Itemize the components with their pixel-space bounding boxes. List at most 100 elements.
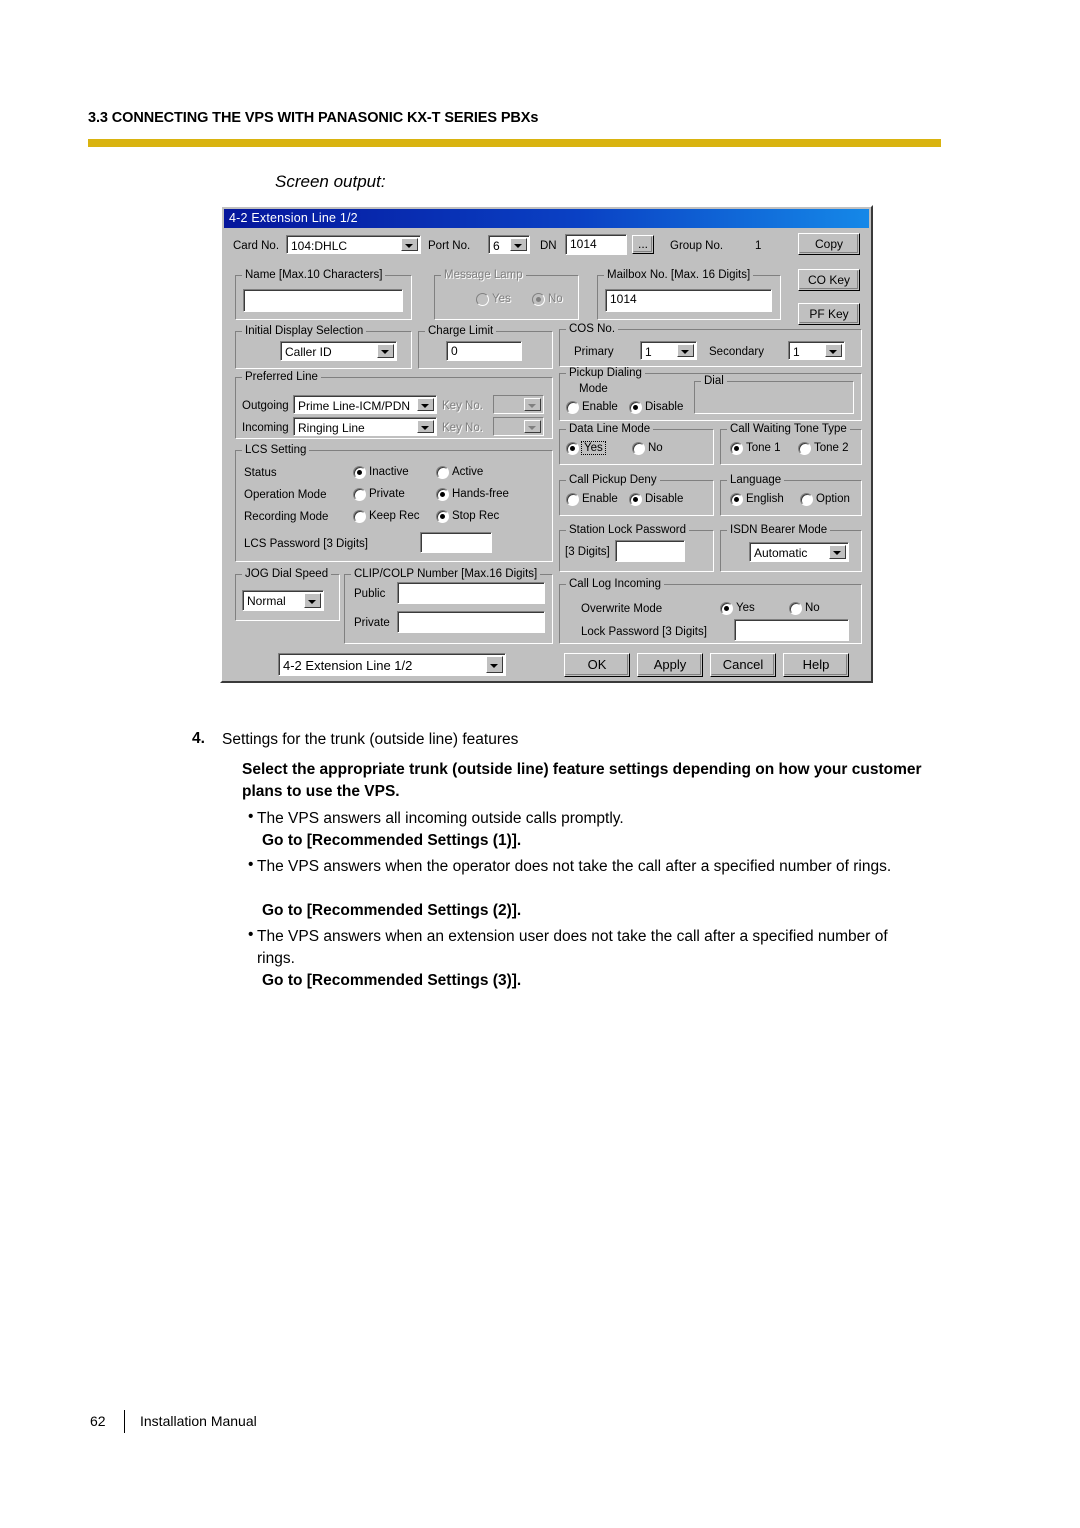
port-no-value: 6 [493, 239, 500, 253]
help-button[interactable]: Help [783, 653, 849, 677]
lcs-status-active-radio[interactable]: Active [436, 466, 483, 479]
page-selector[interactable]: 4-2 Extension Line 1/2 [278, 653, 506, 676]
bullet-text-3: The VPS answers when an extension user d… [257, 928, 888, 967]
isdn-bearer-mode-select[interactable]: Automatic [749, 542, 849, 562]
chevron-down-icon[interactable] [510, 238, 527, 251]
co-key-button[interactable]: CO Key [798, 269, 860, 291]
initial-display-select[interactable]: Caller ID [280, 341, 397, 361]
footer-doc-title: Installation Manual [140, 1413, 257, 1429]
chevron-down-icon[interactable] [304, 593, 321, 608]
pf-key-button[interactable]: PF Key [798, 303, 860, 325]
preferred-incoming-select[interactable]: Ringing Line [293, 417, 437, 436]
port-no-select[interactable]: 6 [488, 235, 530, 254]
overwrite-mode-no-radio[interactable]: No [789, 602, 820, 615]
cos-secondary-select[interactable]: 1 [788, 341, 845, 360]
preferred-incoming-value: Ringing Line [298, 421, 365, 435]
cos-primary-value: 1 [645, 345, 652, 359]
apply-button[interactable]: Apply [637, 653, 703, 677]
station-lock-password-input[interactable] [615, 540, 685, 562]
preferred-outgoing-value: Prime Line-ICM/PDN [298, 399, 411, 413]
clip-public-input[interactable] [397, 582, 545, 604]
card-no-select[interactable]: 104:DHLC [286, 235, 421, 254]
cancel-label: Cancel [722, 657, 764, 672]
initial-display-value: Caller ID [285, 345, 332, 359]
cos-secondary-label: Secondary [709, 346, 764, 358]
call-pickup-deny-enable-label: Enable [582, 493, 618, 505]
apply-label: Apply [653, 657, 687, 672]
cancel-button[interactable]: Cancel [710, 653, 776, 677]
bullet-text-1: The VPS answers all incoming outside cal… [257, 810, 624, 827]
call-pickup-deny-disable-label: Disable [645, 493, 684, 505]
header-rule [88, 139, 941, 147]
bullet-action-1: Go to [Recommended Settings (1)]. [262, 832, 522, 849]
language-english-label: English [746, 493, 784, 505]
lcs-password-input[interactable] [420, 532, 492, 553]
call-waiting-tone2-radio[interactable]: Tone 2 [798, 442, 849, 455]
data-line-mode-no-radio[interactable]: No [632, 442, 663, 455]
overwrite-mode-yes-radio[interactable]: Yes [720, 602, 755, 615]
lcs-status-inactive-radio[interactable]: Inactive [353, 466, 409, 479]
message-lamp-yes-label: Yes [492, 293, 511, 305]
lcs-operation-handsfree-label: Hands-free [452, 488, 509, 500]
call-waiting-tone1-radio[interactable]: Tone 1 [730, 442, 781, 455]
pickup-dialing-disable-radio[interactable]: Disable [629, 401, 683, 414]
chevron-down-icon[interactable] [486, 656, 503, 673]
lcs-recording-stoprec-radio[interactable]: Stop Rec [436, 510, 499, 523]
lcs-recording-keeprec-label: Keep Rec [369, 510, 420, 522]
screen-output-caption: Screen output: [275, 172, 386, 191]
chevron-down-icon[interactable] [825, 344, 842, 357]
page-section-header: 3.3 CONNECTING THE VPS WITH PANASONIC KX… [88, 110, 539, 126]
data-line-mode-yes-radio[interactable]: Yes [566, 441, 606, 455]
preferred-incoming-key-select [493, 417, 544, 436]
lcs-password-label: LCS Password [3 Digits] [244, 538, 368, 550]
lcs-status-active-label: Active [452, 466, 484, 478]
lcs-recording-keeprec-radio[interactable]: Keep Rec [353, 510, 420, 523]
call-pickup-deny-disable-radio[interactable]: Disable [629, 493, 683, 506]
bullet-action-2: Go to [Recommended Settings (2)]. [262, 902, 522, 919]
station-lock-digits-label: [3 Digits] [565, 546, 610, 558]
clip-private-input[interactable] [397, 611, 545, 633]
chevron-down-icon[interactable] [417, 420, 434, 433]
language-option-radio[interactable]: Option [800, 493, 850, 506]
copy-text: Copy [814, 237, 843, 251]
bullet-text-2: The VPS answers when the operator does n… [257, 858, 892, 875]
jog-dial-speed-select[interactable]: Normal [242, 590, 324, 611]
pickup-dialing-enable-radio[interactable]: Enable [566, 401, 618, 414]
call-log-lock-password-input[interactable] [734, 619, 849, 641]
dn-browse-label: ... [637, 237, 648, 251]
copy-button[interactable]: Copy [798, 233, 860, 255]
preferred-outgoing-label: Outgoing [242, 400, 289, 412]
cos-secondary-value: 1 [793, 345, 800, 359]
chevron-down-icon[interactable] [401, 238, 418, 251]
mailbox-input[interactable]: 1014 [605, 289, 772, 312]
chevron-down-icon[interactable] [829, 545, 846, 559]
pickup-dialing-enable-label: Enable [582, 401, 618, 413]
ok-button[interactable]: OK [564, 653, 630, 677]
call-pickup-deny-enable-radio[interactable]: Enable [566, 493, 618, 506]
dn-input[interactable]: 1014 [565, 234, 627, 255]
chevron-down-icon[interactable] [377, 344, 394, 358]
charge-limit-legend: Charge Limit [425, 325, 497, 337]
lcs-operation-private-label: Private [369, 488, 405, 500]
name-input[interactable] [243, 289, 403, 312]
lcs-recording-label: Recording Mode [244, 511, 329, 523]
lcs-operation-private-radio[interactable]: Private [353, 488, 405, 501]
chevron-down-icon[interactable] [417, 398, 434, 411]
isdn-bearer-mode-value: Automatic [754, 546, 808, 560]
lcs-recording-stoprec-label: Stop Rec [452, 510, 500, 522]
dn-browse-button[interactable]: ... [632, 235, 654, 254]
lcs-status-inactive-label: Inactive [369, 466, 409, 478]
call-waiting-tone-legend: Call Waiting Tone Type [727, 423, 850, 435]
cos-primary-label: Primary [574, 346, 614, 358]
language-english-radio[interactable]: English [730, 493, 784, 506]
preferred-outgoing-select[interactable]: Prime Line-ICM/PDN [293, 395, 437, 414]
lcs-operation-handsfree-radio[interactable]: Hands-free [436, 488, 509, 501]
pickup-dialing-legend: Pickup Dialing [566, 367, 645, 379]
charge-limit-input[interactable]: 0 [446, 341, 522, 361]
help-label: Help [802, 657, 830, 672]
lcs-setting-legend: LCS Setting [242, 444, 310, 456]
mailbox-legend: Mailbox No. [Max. 16 Digits] [604, 269, 754, 281]
overwrite-mode-label: Overwrite Mode [581, 603, 663, 615]
chevron-down-icon[interactable] [677, 344, 694, 357]
cos-primary-select[interactable]: 1 [640, 341, 697, 360]
